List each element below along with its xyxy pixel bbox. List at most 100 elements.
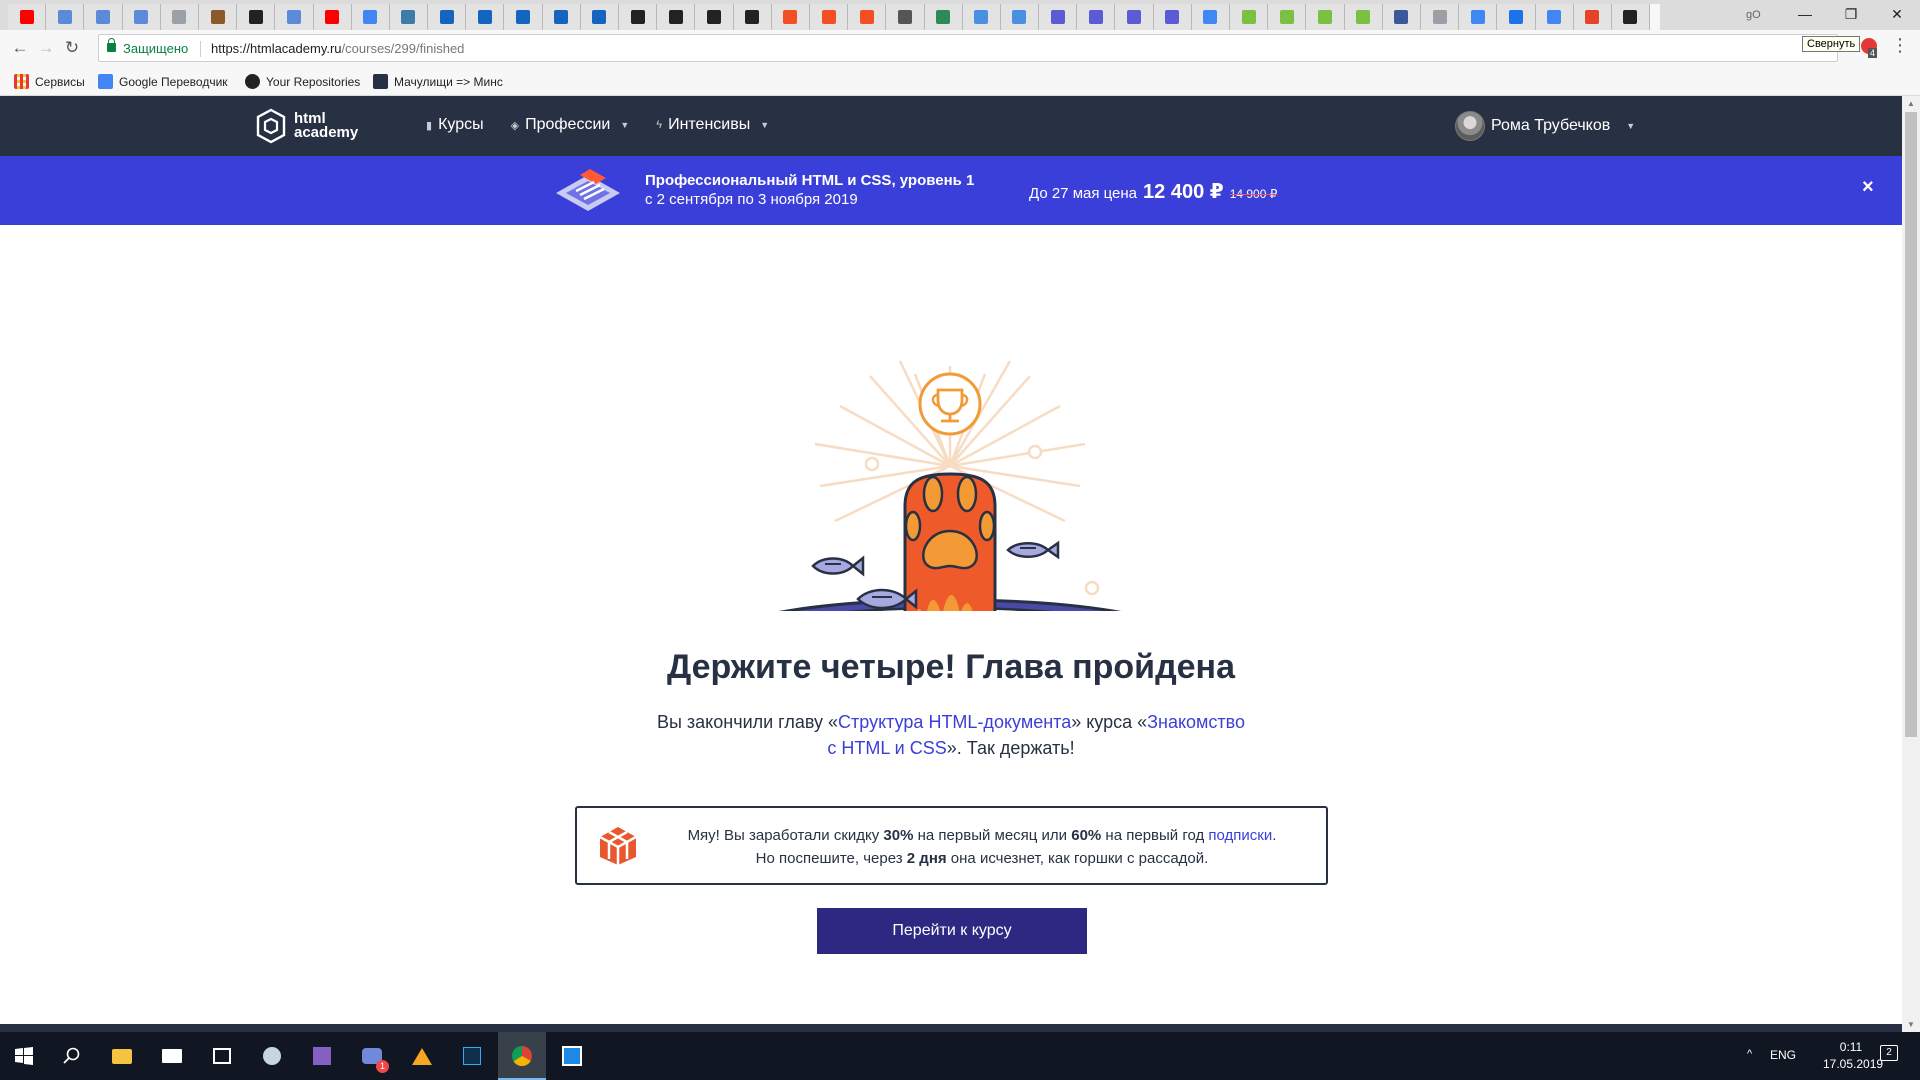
browser-tab[interactable]: [46, 4, 85, 30]
browser-tab[interactable]: [198, 4, 238, 30]
browser-tab[interactable]: [389, 4, 429, 30]
favicon-icon: [1317, 10, 1332, 24]
browser-tab[interactable]: [1268, 4, 1307, 30]
browser-tab[interactable]: [657, 4, 696, 30]
restore-button[interactable]: ❐: [1828, 0, 1874, 28]
taskbar-photoshop[interactable]: [448, 1032, 496, 1080]
browser-tab[interactable]: [580, 4, 619, 30]
browser-tab[interactable]: [1153, 4, 1192, 30]
taskbar-app[interactable]: [398, 1032, 446, 1080]
nav-intensives[interactable]: ϟ Интенсивы ▼: [656, 116, 769, 134]
desc-text: ». Так держать!: [946, 738, 1075, 758]
browser-tab[interactable]: [122, 4, 161, 30]
browser-tab[interactable]: [619, 4, 658, 30]
bookmark-translate[interactable]: Google Переводчик: [98, 74, 228, 89]
promo-dates: с 2 сентября по 3 ноября 2019: [645, 191, 858, 208]
browser-tab[interactable]: [695, 4, 734, 30]
scroll-down-icon[interactable]: ▼: [1907, 1020, 1915, 1029]
browser-tab[interactable]: [924, 4, 963, 30]
browser-tab[interactable]: [1077, 4, 1116, 30]
taskbar-steam[interactable]: [248, 1032, 296, 1080]
browser-tab[interactable]: [542, 4, 581, 30]
browser-tab[interactable]: [466, 4, 505, 30]
clock[interactable]: 0:11 17.05.2019: [1823, 1039, 1883, 1073]
fish-icon: [811, 555, 865, 577]
browser-tab[interactable]: [1420, 4, 1460, 30]
taskbar-chrome[interactable]: [498, 1032, 546, 1080]
browser-tab[interactable]: [504, 4, 543, 30]
browser-tab[interactable]: [1382, 4, 1421, 30]
profile-name[interactable]: gO: [1746, 9, 1761, 21]
nav-courses[interactable]: ▮ Курсы: [426, 116, 484, 134]
close-window-button[interactable]: ✕: [1874, 0, 1920, 28]
browser-tab[interactable]: [160, 4, 199, 30]
browser-tab[interactable]: [886, 4, 925, 30]
browser-tab[interactable]: [962, 4, 1001, 30]
browser-tab[interactable]: [1497, 4, 1536, 30]
browser-tab[interactable]: [237, 4, 276, 30]
browser-tab[interactable]: [1000, 4, 1040, 30]
minimize-button[interactable]: —: [1782, 0, 1828, 28]
go-to-course-button[interactable]: Перейти к курсу: [817, 908, 1087, 954]
taskbar-explorer[interactable]: [98, 1032, 146, 1080]
taskbar-mail[interactable]: [148, 1032, 196, 1080]
notification-center[interactable]: 2: [1880, 1045, 1898, 1061]
bookmark-github[interactable]: Your Repositories: [245, 74, 360, 89]
browser-tab[interactable]: [1459, 4, 1498, 30]
browser-tab[interactable]: [1230, 4, 1269, 30]
taskbar-discord[interactable]: 1: [348, 1032, 396, 1080]
browser-tab[interactable]: [771, 4, 810, 30]
search-button[interactable]: [48, 1032, 96, 1080]
start-button[interactable]: [0, 1032, 48, 1080]
promo-banner[interactable]: Профессиональный HTML и CSS, уровень 1 с…: [0, 156, 1902, 225]
discount-year: 60%: [1071, 827, 1102, 844]
browser-tab[interactable]: [1191, 4, 1230, 30]
browser-tab[interactable]: [351, 4, 390, 30]
price-prefix: До 27 мая цена: [1029, 185, 1138, 202]
url-path: /courses/299/finished: [341, 41, 465, 56]
browser-tab[interactable]: [1573, 4, 1612, 30]
browser-tab[interactable]: [848, 4, 887, 30]
browser-tab[interactable]: [1611, 4, 1651, 30]
close-promo-button[interactable]: ×: [1862, 176, 1874, 199]
back-button[interactable]: ←: [8, 36, 32, 60]
browser-tab[interactable]: [1344, 4, 1383, 30]
course-link-part2[interactable]: с HTML и CSS: [827, 738, 946, 758]
taskbar-webstorm[interactable]: [548, 1032, 596, 1080]
user-menu[interactable]: Рома Трубечков ▼: [1455, 111, 1635, 141]
browser-tab[interactable]: [1306, 4, 1345, 30]
scroll-up-icon[interactable]: ▲: [1907, 99, 1915, 108]
favicon-icon: [1203, 10, 1218, 24]
bookmark-apps[interactable]: Сервисы: [14, 74, 85, 89]
subscription-link[interactable]: подписки: [1208, 827, 1272, 844]
url-text[interactable]: https://htmlacademy.ru/courses/299/finis…: [211, 41, 464, 56]
taskbar-visual-studio[interactable]: [298, 1032, 346, 1080]
taskbar-store[interactable]: [198, 1032, 246, 1080]
browser-tab[interactable]: [8, 4, 47, 30]
browser-tab[interactable]: [428, 4, 467, 30]
browser-tab[interactable]: [1039, 4, 1078, 30]
page-scrollbar[interactable]: ▲ ▼: [1902, 96, 1920, 1032]
browser-tab[interactable]: [1115, 4, 1154, 30]
scrollbar-thumb[interactable]: [1905, 112, 1917, 737]
browser-tab[interactable]: [84, 4, 123, 30]
site-logo[interactable]: html academy: [256, 108, 358, 144]
favicon-icon: [1508, 10, 1523, 24]
nav-professions[interactable]: ◈ Профессии ▼: [511, 116, 630, 134]
browser-tab[interactable]: [809, 4, 849, 30]
browser-tab[interactable]: [275, 4, 314, 30]
chapter-link[interactable]: Структура HTML-документа: [838, 712, 1071, 732]
browser-tab[interactable]: [733, 4, 772, 30]
forward-button[interactable]: →: [34, 36, 58, 60]
reload-button[interactable]: ↻: [60, 36, 84, 60]
menu-kebab-icon[interactable]: ⋮: [1891, 35, 1909, 56]
address-bar[interactable]: Защищено https://htmlacademy.ru/courses/…: [98, 34, 1838, 62]
tray-overflow-icon[interactable]: ^: [1747, 1048, 1752, 1060]
bookmark-machulishchi[interactable]: Мачулищи => Минс: [373, 74, 503, 89]
course-link-part1[interactable]: Знакомство: [1147, 712, 1245, 732]
browser-tab[interactable]: [313, 4, 352, 30]
browser-tab[interactable]: [1535, 4, 1574, 30]
language-indicator[interactable]: ENG: [1770, 1048, 1796, 1062]
visual-studio-icon: [313, 1047, 331, 1065]
active-tab[interactable]: ×: [1650, 4, 1660, 30]
